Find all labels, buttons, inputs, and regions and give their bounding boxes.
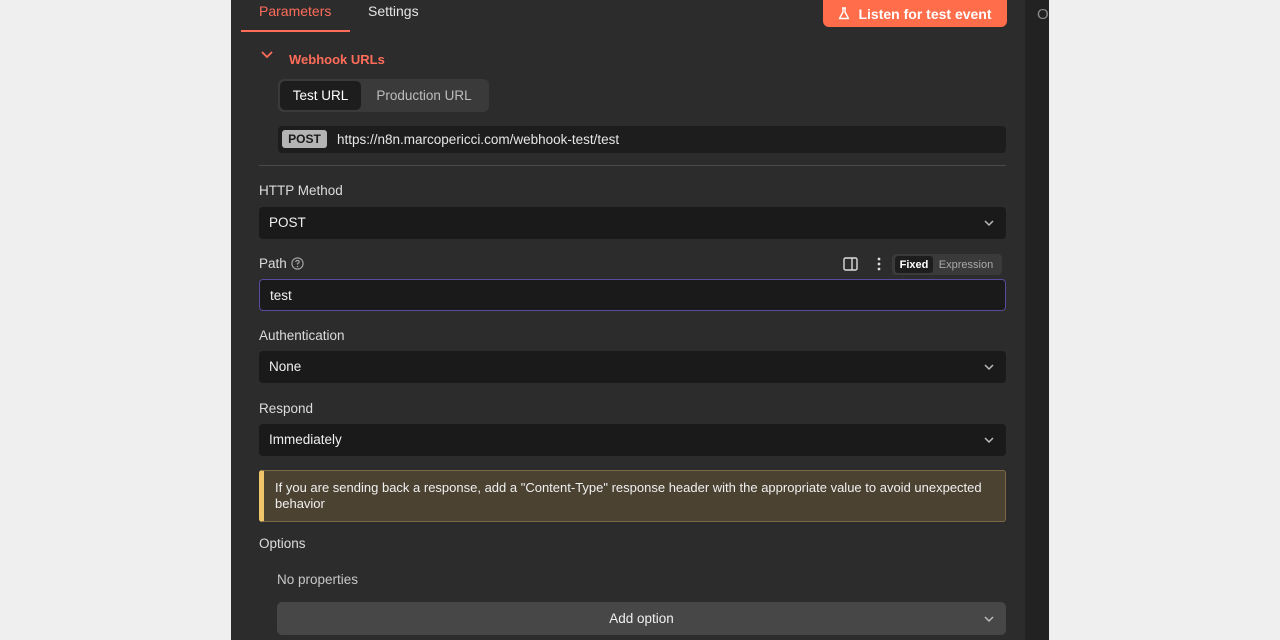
webhook-urls-section-title[interactable]: Webhook URLs <box>289 52 385 67</box>
active-tab-indicator <box>241 30 350 32</box>
tab-parameters[interactable]: Parameters <box>259 3 331 19</box>
output-panel-label: O <box>1037 6 1049 23</box>
respond-value: Immediately <box>269 432 342 447</box>
more-vertical-icon[interactable] <box>875 256 883 272</box>
options-label: Options <box>259 536 306 551</box>
method-badge: POST <box>282 130 327 148</box>
chevron-down-icon[interactable] <box>260 49 274 61</box>
add-option-button[interactable]: Add option <box>277 602 1006 635</box>
path-label: Path <box>259 256 287 271</box>
tab-production-url[interactable]: Production URL <box>361 81 487 110</box>
chevron-down-icon <box>984 364 994 371</box>
tab-test-url[interactable]: Test URL <box>280 81 361 110</box>
respond-select[interactable]: Immediately <box>259 424 1006 456</box>
output-panel-edge <box>1025 0 1049 640</box>
mode-expression-button[interactable]: Expression <box>935 256 997 273</box>
split-panel-icon[interactable] <box>843 257 858 271</box>
chevron-down-icon <box>984 220 994 227</box>
question-circle-icon[interactable] <box>291 257 304 270</box>
mode-fixed-button[interactable]: Fixed <box>895 256 933 273</box>
no-properties-text: No properties <box>277 572 359 587</box>
authentication-value: None <box>269 359 302 374</box>
listen-for-test-event-button[interactable]: Listen for test event <box>823 0 1007 27</box>
authentication-select[interactable]: None <box>259 351 1006 383</box>
warning-text: If you are sending back a response, add … <box>275 480 982 511</box>
chevron-down-icon <box>984 616 994 623</box>
path-input-value: test <box>270 288 292 303</box>
tab-settings[interactable]: Settings <box>368 3 419 19</box>
add-option-label: Add option <box>609 611 674 626</box>
http-method-value: POST <box>269 215 306 230</box>
webhook-url-text[interactable]: https://n8n.marcopericci.com/webhook-tes… <box>337 132 619 147</box>
flask-icon <box>839 7 850 20</box>
path-input[interactable]: test <box>259 279 1006 311</box>
section-divider <box>259 165 1006 166</box>
respond-label: Respond <box>259 401 314 416</box>
http-method-select[interactable]: POST <box>259 207 1006 239</box>
authentication-label: Authentication <box>259 328 345 343</box>
listen-button-label: Listen for test event <box>858 5 992 22</box>
http-method-label: HTTP Method <box>259 183 343 198</box>
chevron-down-icon <box>984 437 994 444</box>
content-type-warning: If you are sending back a response, add … <box>259 470 1006 522</box>
